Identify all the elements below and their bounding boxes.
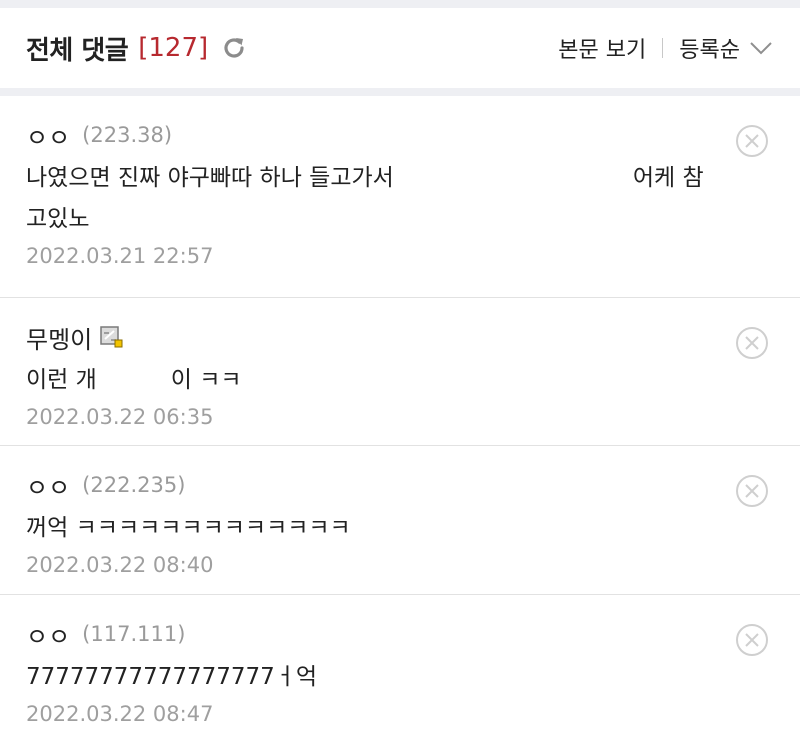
delete-icon[interactable] <box>734 622 770 658</box>
comment-date: 2022.03.21 22:57 <box>26 244 214 268</box>
comment-header: ㅇㅇ (222.235) <box>26 468 774 502</box>
delete-icon[interactable] <box>734 123 770 159</box>
comment-nickname[interactable]: ㅇㅇ <box>26 617 70 652</box>
header-right: 본문 보기 등록순 <box>558 32 774 64</box>
comment-text-part: 이런 개 <box>26 367 97 393</box>
comment-ip: (222.235) <box>82 473 186 497</box>
comment-header: ㅇㅇ (117.111) <box>26 617 774 651</box>
comment-item: ㅇㅇ (117.111) 77777777777777777ㅓ억 2022.03… <box>0 595 800 735</box>
comments-header: 전체 댓글 [127] 본문 보기 등록순 <box>0 8 800 88</box>
top-strip <box>0 0 800 8</box>
comment-ip: (223.38) <box>82 123 173 147</box>
comment-text-line: 고있노 <box>26 206 90 232</box>
comment-list: ㅇㅇ (223.38) 나였으면 진짜 야구빠따 하나 들고가서 어케 참 고있… <box>0 96 800 735</box>
comment-item: 무멩이 이런 개 이 ㅋㅋ 2022.03.22 06:35 <box>0 298 800 446</box>
comment-nickname[interactable]: ㅇㅇ <box>26 468 70 503</box>
comment-header: 무멩이 <box>26 320 774 354</box>
comment-text-part: 나였으면 진짜 야구빠따 하나 들고가서 <box>26 165 394 191</box>
comment-text-part: 이 ㅋㅋ <box>170 367 242 393</box>
comment-count: [127] <box>138 33 209 63</box>
comment-text: 77777777777777777ㅓ억 <box>26 664 318 690</box>
comments-title: 전체 댓글 <box>26 35 129 66</box>
comment-text: 나였으면 진짜 야구빠따 하나 들고가서 어케 참 고있노 <box>26 158 774 240</box>
delete-icon[interactable] <box>734 473 770 509</box>
comment-nickname[interactable]: ㅇㅇ <box>26 118 70 153</box>
chevron-down-icon <box>748 35 774 61</box>
comment-ip: (117.111) <box>82 622 186 646</box>
comment-text: 이런 개 이 ㅋㅋ <box>26 360 774 401</box>
header-left: 전체 댓글 [127] <box>26 30 250 67</box>
sort-label: 등록순 <box>679 38 740 63</box>
comment-date: 2022.03.22 06:35 <box>26 405 214 429</box>
header-divider <box>0 88 800 96</box>
comment-nickname[interactable]: 무멩이 <box>26 320 92 355</box>
comment-text-line: 이런 개 이 ㅋㅋ <box>26 360 774 401</box>
header-separator <box>662 38 664 58</box>
comment-text-part: 어케 참 <box>632 165 704 191</box>
sort-dropdown[interactable]: 등록순 <box>679 32 774 64</box>
comment-date: 2022.03.22 08:47 <box>26 702 214 726</box>
refresh-icon[interactable] <box>220 33 250 63</box>
member-badge-icon <box>100 325 124 349</box>
comment-header: ㅇㅇ (223.38) <box>26 118 774 152</box>
comment-item: ㅇㅇ (222.235) 꺼억 ㅋㅋㅋㅋㅋㅋㅋㅋㅋㅋㅋㅋㅋ 2022.03.22… <box>0 446 800 595</box>
view-post-button[interactable]: 본문 보기 <box>558 32 646 64</box>
comment-item: ㅇㅇ (223.38) 나였으면 진짜 야구빠따 하나 들고가서 어케 참 고있… <box>0 96 800 298</box>
delete-icon[interactable] <box>734 325 770 361</box>
comment-text-line: 나였으면 진짜 야구빠따 하나 들고가서 어케 참 <box>26 158 774 199</box>
comment-date: 2022.03.22 08:40 <box>26 553 214 577</box>
comment-text: 꺼억 ㅋㅋㅋㅋㅋㅋㅋㅋㅋㅋㅋㅋㅋ <box>26 515 351 541</box>
